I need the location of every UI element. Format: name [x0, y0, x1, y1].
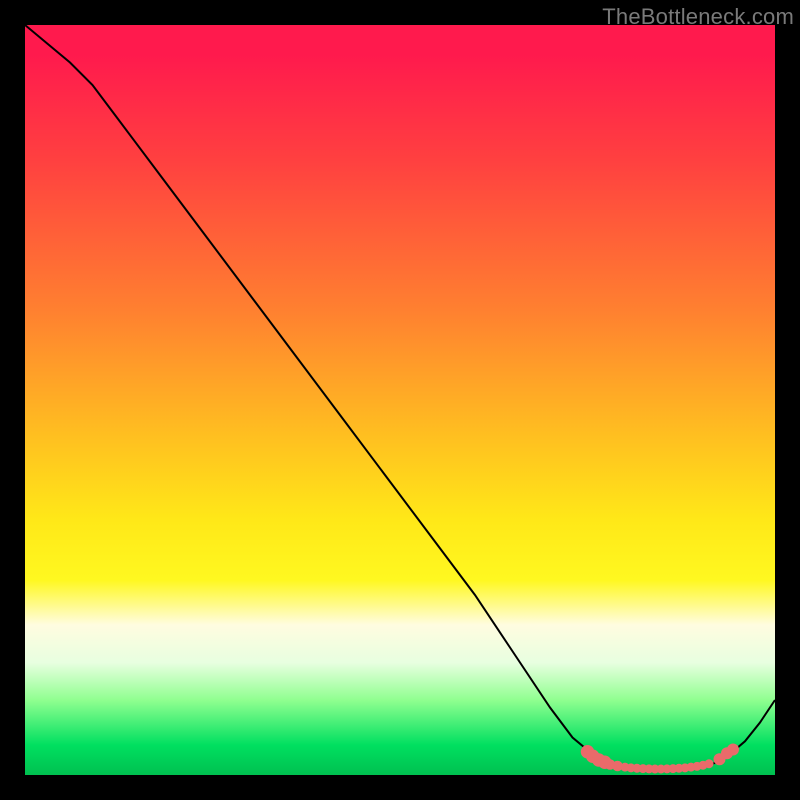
curve-dot	[727, 744, 739, 756]
curve-svg	[25, 25, 775, 775]
curve-marker-dots	[581, 744, 739, 774]
bottleneck-curve	[25, 25, 775, 769]
curve-dot	[705, 759, 714, 768]
watermark-text: TheBottleneck.com	[602, 4, 794, 30]
plot-area	[25, 25, 775, 775]
chart-stage: TheBottleneck.com	[0, 0, 800, 800]
